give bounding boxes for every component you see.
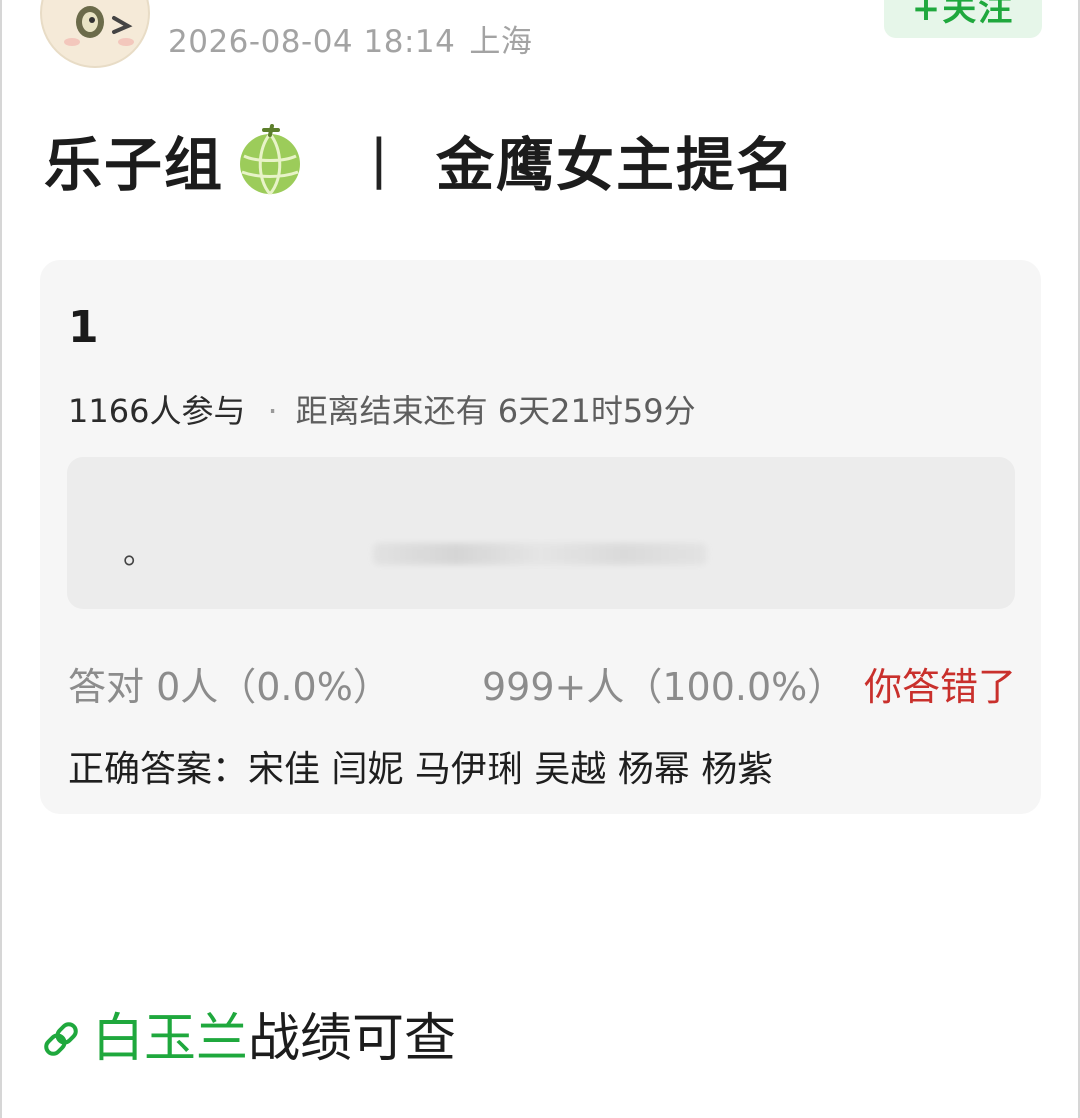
participant-count: 1166人参与 [68,392,246,430]
quiz-card: 1 1166人参与 · 距离结束还有 6天21时59分 。 答对 0人（0.0%） … [40,260,1041,814]
avatar[interactable] [40,0,150,68]
post-location: 上海 [469,24,533,60]
question-number: 1 [68,302,99,353]
title-separator: 丨 [350,131,411,199]
correct-stat: 答对 0人（0.0%） [68,665,391,709]
blurred-option-text [373,543,707,565]
post-meta: 2026-08-04 18:14 上海 [168,16,532,61]
melon-emoji-icon [232,122,308,198]
stats-separator: · [267,392,278,430]
wrong-stat: 999+人（100.0%） [482,665,846,709]
quiz-stats: 1166人参与 · 距离结束还有 6天21时59分 [68,386,696,432]
countdown-text: 距离结束还有 6天21时59分 [295,392,696,430]
link-icon [40,1013,82,1056]
link-name: 白玉兰 [92,1009,249,1069]
correct-answer: 正确答案：宋佳 闫妮 马伊琍 吴越 杨幂 杨紫 [68,749,774,790]
link-suffix: 战绩可查 [248,1009,457,1069]
screen-edge-left [0,0,2,1118]
post-title: 乐子组 丨 金鹰女主提名 [44,118,796,202]
title-suffix: 金鹰女主提名 [436,131,797,199]
post-timestamp: 2026-08-04 18:14 [168,24,456,60]
title-prefix: 乐子组 [44,131,225,199]
quiz-result: 答对 0人（0.0%） 999+人（100.0%） 你答错了 [68,656,1018,711]
option-mark: 。 [123,533,156,571]
quiz-option[interactable]: 。 [67,457,1015,609]
follow-button[interactable]: +关注 [884,0,1042,38]
result-label: 你答错了 [863,665,1016,709]
avatar-illustration-icon [64,6,134,46]
topic-link[interactable]: 白玉兰 战绩可查 [40,996,456,1071]
